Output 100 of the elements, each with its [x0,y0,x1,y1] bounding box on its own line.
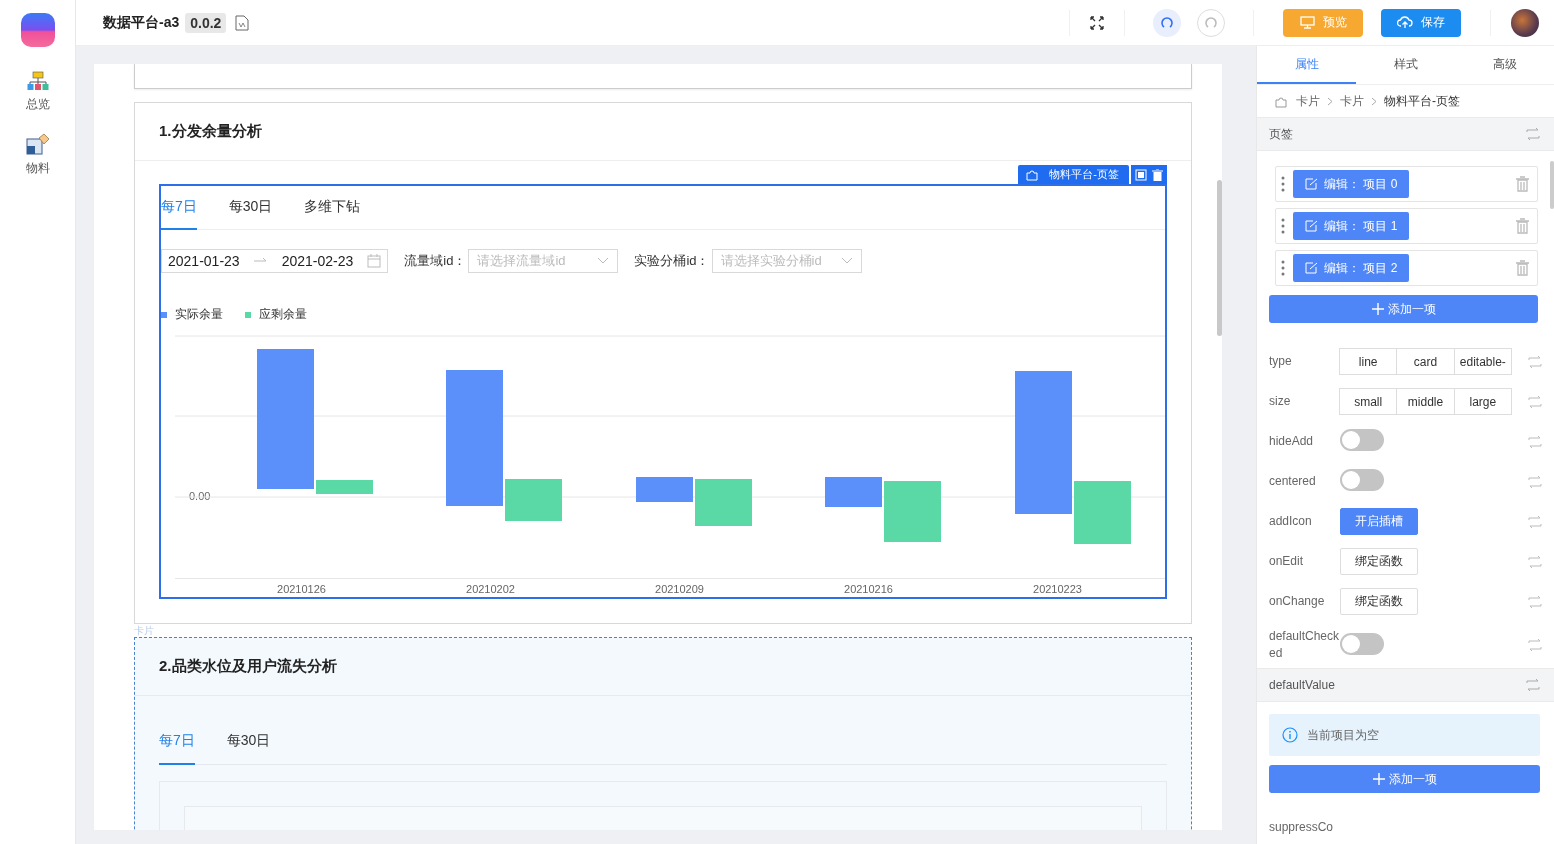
fullscreen-icon[interactable] [1090,15,1104,30]
swap-icon[interactable] [1528,395,1542,408]
axis-label: 20210126 [276,583,327,595]
property-label: onChange [1269,593,1326,610]
segment-option[interactable]: line [1339,348,1398,375]
card-title: 1.分发余量分析 [159,122,262,141]
delete-icon[interactable] [1152,168,1163,181]
swap-icon[interactable] [1526,679,1540,691]
bar [695,479,752,526]
bar [825,477,882,507]
calendar-icon [367,254,382,268]
bar [505,479,562,521]
property-label: defaultChecked [1269,628,1340,662]
undo-icon [1160,15,1174,30]
property-label: onEdit [1269,553,1305,570]
drag-handle-icon[interactable] [1281,260,1285,276]
plus-icon [1372,773,1385,785]
filter-label: 实验分桶id： [634,252,710,270]
swap-icon[interactable] [1528,555,1542,568]
breadcrumb-item[interactable]: 卡片 [1340,92,1364,110]
toggle-switch[interactable] [1340,429,1384,451]
swap-icon[interactable] [1526,128,1540,140]
segment-option[interactable]: middle [1396,388,1455,415]
sidebar-label: 物料 [25,160,50,177]
property-label: hideAdd [1269,433,1315,450]
swap-icon[interactable] [1528,435,1542,448]
undo-button[interactable] [1153,8,1181,37]
card-title: 2.品类水位及用户流失分析 [159,657,337,676]
edit-icon [1305,220,1318,232]
edit-icon [1305,178,1318,190]
redo-icon [1204,15,1218,30]
bar [636,477,693,502]
panel-tab[interactable]: 高级 [1455,46,1554,84]
property-label: addIcon [1269,513,1313,530]
document-icon[interactable] [235,14,250,31]
filter-label: 流量域id： [404,252,467,270]
segment-option[interactable]: editable- [1453,348,1512,375]
cloud-upload-icon [1397,16,1413,29]
axis-label: 20210216 [843,583,894,595]
copy-icon[interactable] [1135,168,1147,181]
segment-option[interactable]: card [1396,348,1455,375]
user-avatar[interactable] [1511,8,1539,37]
legend-item[interactable]: 应剩余量 [245,306,307,323]
info-alert: 当前项目为空 [1269,714,1540,756]
segment-option[interactable]: large [1453,388,1512,415]
info-icon [1282,727,1298,743]
property-label: type [1269,353,1293,370]
chevron-icon [1327,96,1333,106]
sidebar-item[interactable]: 物料 [25,133,50,177]
chevron-down-icon [597,257,610,265]
bar [316,480,373,494]
property-label: size [1269,393,1292,410]
plus-icon [1371,303,1384,315]
bind-function-button[interactable]: 绑定函数 [1340,588,1418,615]
bind-function-button[interactable]: 绑定函数 [1340,548,1418,575]
toggle-switch[interactable] [1340,469,1384,491]
breadcrumb-item[interactable]: 卡片 [1296,92,1320,110]
chevron-icon [1371,96,1377,106]
axis-label: 20210202 [465,583,516,595]
component-tag[interactable]: 物料平台-页签 [1018,165,1129,184]
tab[interactable]: 每7日 [161,186,197,230]
drag-handle-icon[interactable] [1281,176,1285,192]
monitor-icon [1299,16,1315,29]
tab[interactable]: 每7日 [159,732,195,765]
legend-item[interactable]: 实际余量 [161,306,223,323]
scrollbar[interactable] [1217,180,1222,336]
app-logo[interactable] [20,13,55,47]
breadcrumb-item[interactable]: 物料平台-页签 [1384,92,1460,110]
axis-label: 20210209 [654,583,705,595]
arrow-icon [253,257,268,265]
section-title: 页签 [1269,125,1293,143]
property-label: centered [1269,473,1317,490]
hierarchy-icon [26,71,49,91]
swap-icon[interactable] [1528,639,1542,651]
axis-label: 20210223 [1032,583,1083,595]
sidebar-item[interactable]: 总览 [25,71,50,113]
card-caption: 卡片 [134,625,155,637]
toggle-switch[interactable] [1340,632,1384,655]
chevron-down-icon [840,257,853,265]
tab[interactable]: 多维下钻 [304,186,361,230]
drag-handle-icon[interactable] [1281,218,1285,234]
tab[interactable]: 每30日 [226,732,271,765]
bar [884,481,941,542]
app-title: 数据平台-a3 [103,13,180,32]
bar [1074,481,1131,544]
axis-label: 0.00 [189,490,211,502]
section-title: defaultValue [1269,678,1335,692]
property-label: suppressCo [1269,820,1334,834]
sidebar-label: 总览 [25,96,50,113]
swap-icon[interactable] [1528,515,1542,528]
swap-icon[interactable] [1528,595,1542,608]
date-range-field[interactable]: 2021-01-23 2021-02-23 [161,249,389,273]
version-badge: 0.0.2 [185,12,227,33]
panel-tab[interactable]: 属性 [1257,46,1356,84]
tab[interactable]: 每30日 [228,186,273,230]
panel-tab[interactable]: 样式 [1356,46,1455,84]
swap-icon[interactable] [1528,475,1542,488]
swap-icon[interactable] [1528,355,1542,368]
edit-icon [1305,262,1318,274]
segment-option[interactable]: small [1339,388,1398,415]
